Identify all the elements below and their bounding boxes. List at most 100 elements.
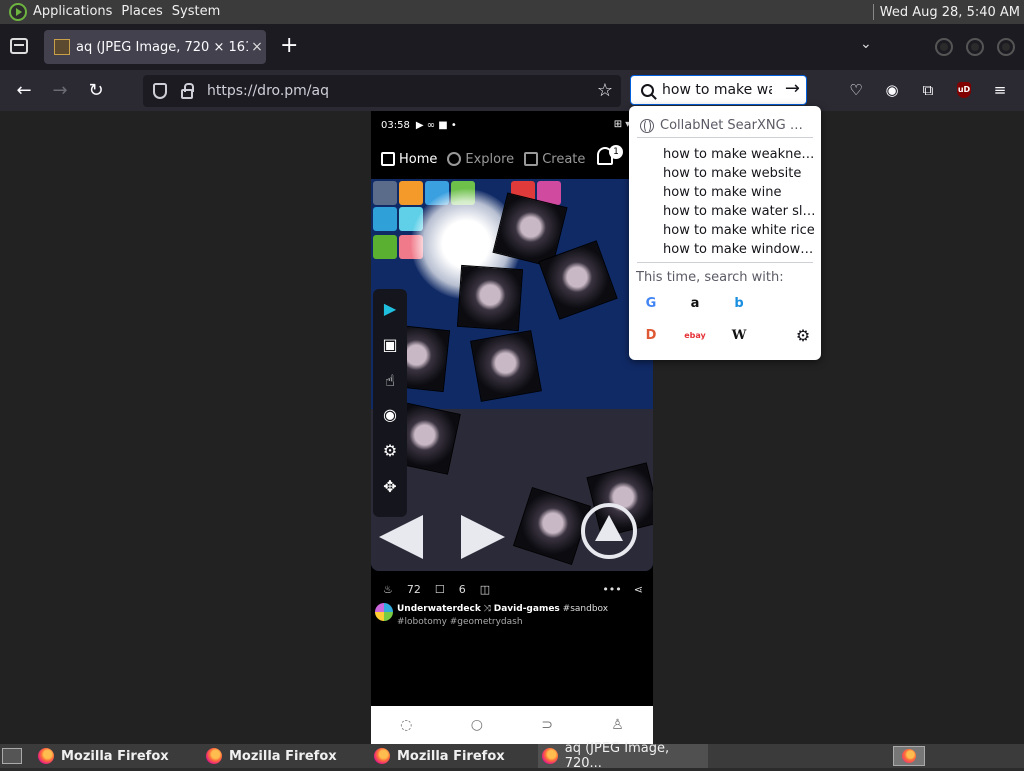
taskbar-item-active[interactable]: aq (JPEG Image, 720... (538, 741, 708, 771)
android-navigation-bar: ◌ ○ ⊃ ♙ (371, 706, 653, 744)
more-options-icon: ••• (602, 582, 622, 596)
taskbar-item-label: Mozilla Firefox (397, 748, 505, 764)
comment-icon: ☐ (434, 582, 445, 596)
move-icon[interactable]: ✥ (380, 477, 400, 497)
amazon-engine-icon[interactable]: a (683, 292, 707, 316)
editor-side-toolbar: ▶ ▣ ☝ ◉ ⚙ ✥ (373, 289, 407, 517)
jump-control-icon (581, 503, 637, 559)
touch-icon[interactable]: ☝ (380, 371, 400, 391)
firefox-icon (374, 748, 390, 764)
ublock-origin-icon[interactable]: uD (957, 82, 971, 98)
save-icon[interactable]: ▣ (380, 335, 400, 355)
search-engine-header[interactable]: CollabNet SearXNG Search (637, 114, 813, 138)
nav-home-label: Home (399, 151, 438, 167)
panel-clock[interactable]: Wed Aug 28, 5:40 AM (880, 5, 1020, 20)
panel-separator (872, 4, 874, 20)
suggestion-list: how to make weakness potion how to make … (663, 145, 819, 259)
url-bar[interactable]: https://dro.pm/aq ☆ (143, 75, 621, 107)
move-right-control-icon (461, 515, 505, 559)
taskbar-item-firefox[interactable]: Mozilla Firefox (202, 744, 366, 768)
pocket-icon[interactable]: ♡ (846, 80, 866, 100)
suggestion-item[interactable]: how to make website (663, 164, 819, 183)
post-author: Underwaterdeck (397, 604, 481, 614)
suggestion-item[interactable]: how to make white rice (663, 221, 819, 240)
menu-places[interactable]: Places (121, 0, 171, 24)
taskbar-item-label: Mozilla Firefox (229, 748, 337, 764)
show-desktop-icon[interactable] (2, 748, 22, 764)
suggestion-item[interactable]: how to make water slime (663, 202, 819, 221)
close-window-button[interactable] (997, 38, 1015, 56)
taskbar-item-firefox[interactable]: Mozilla Firefox (34, 744, 198, 768)
block-tile (373, 181, 397, 205)
notification-badge: 1 (609, 145, 623, 159)
play-icon[interactable]: ▶ (380, 299, 400, 319)
new-tab-button[interactable]: + (280, 35, 298, 57)
forward-button[interactable]: → (47, 78, 73, 104)
taskbar-item-firefox[interactable]: Mozilla Firefox (370, 744, 534, 768)
firefox-view-icon[interactable] (10, 38, 28, 54)
nav-create: Create (524, 152, 585, 167)
explore-search-icon (447, 152, 462, 166)
post-tag-sandbox: #sandbox (562, 604, 609, 614)
accessibility-icon: ♙ (611, 717, 624, 733)
post-tags: #lobotomy #geometrydash (397, 617, 523, 627)
tab-close-icon[interactable]: × (250, 39, 264, 55)
face-image (470, 330, 542, 402)
search-settings-gear-icon[interactable]: ⚙ (791, 324, 815, 348)
wikipedia-engine-icon[interactable]: W (727, 324, 751, 348)
back-button[interactable]: ← (11, 78, 37, 104)
like-count: 72 (406, 582, 421, 596)
hamburger-menu-icon[interactable]: ≡ (990, 80, 1010, 100)
google-engine-icon[interactable]: G (639, 292, 663, 316)
workspace-switcher[interactable] (893, 746, 925, 766)
menu-applications[interactable]: Applications (33, 0, 121, 24)
search-go-arrow-icon[interactable]: → (785, 78, 800, 99)
tracking-protection-shield-icon[interactable] (153, 83, 167, 99)
maximize-window-button[interactable] (966, 38, 984, 56)
gear-icon[interactable]: ⚙ (380, 441, 400, 461)
suggestion-item[interactable]: how to make windows 11 faster (663, 240, 819, 259)
share-icon: ⋖ (633, 582, 643, 596)
phone-status-bar: 03:58 ▶ ∞ ■ • (371, 111, 653, 139)
move-left-control-icon (379, 515, 423, 559)
list-all-tabs-chevron-icon[interactable]: ⌄ (860, 36, 872, 52)
tab-active[interactable]: aq (JPEG Image, 720 × 1612 pixels) × (44, 30, 266, 64)
bing-engine-icon[interactable]: b (727, 292, 751, 316)
post-metadata: Underwaterdeck ⤨ David-games #sandbox #l… (375, 603, 649, 629)
bookmark-star-icon[interactable]: ☆ (597, 80, 613, 101)
nav-explore-label: Explore (465, 151, 515, 167)
applications-logo-icon[interactable] (9, 3, 27, 21)
taskbar-item-label: Mozilla Firefox (61, 748, 169, 764)
like-flame-icon: ♨ (383, 582, 393, 596)
nav-create-label: Create (542, 151, 586, 167)
menu-system[interactable]: System (172, 0, 229, 24)
one-off-search-label: This time, search with: (636, 270, 784, 285)
minimize-window-button[interactable] (935, 38, 953, 56)
comment-count: 6 (458, 582, 466, 596)
block-tile (373, 235, 397, 259)
extensions-puzzle-icon[interactable]: ⧉ (918, 80, 938, 100)
search-input[interactable] (662, 82, 772, 98)
duckduckgo-engine-icon[interactable]: D (639, 324, 663, 348)
suggestion-item[interactable]: how to make wine (663, 183, 819, 202)
firefox-icon (542, 748, 558, 764)
firefox-icon (206, 748, 222, 764)
top-panel: Applications Places System Wed Aug 28, 5… (0, 0, 1024, 24)
ebay-engine-icon[interactable]: ebay (683, 324, 707, 348)
nav-explore: Explore (447, 152, 514, 167)
url-text[interactable]: https://dro.pm/aq (207, 83, 329, 99)
create-plus-icon (524, 152, 539, 166)
search-bar[interactable]: → (630, 75, 807, 105)
reload-button[interactable]: ↻ (83, 78, 109, 104)
account-icon[interactable]: ◉ (882, 80, 902, 100)
block-tile (373, 207, 397, 231)
tab-favicon-icon (54, 39, 70, 55)
lock-icon[interactable] (181, 82, 194, 99)
eye-icon[interactable]: ◉ (380, 405, 400, 425)
camera-icon: ◫ (479, 582, 491, 596)
author-avatar (375, 603, 393, 621)
jpeg-image[interactable]: 03:58 ▶ ∞ ■ • ⊞ ▾ ▮ Home Explore Create … (371, 111, 653, 744)
suggestion-item[interactable]: how to make weakness potion (663, 145, 819, 164)
block-tile (399, 181, 423, 205)
remix-icon: ⤨ (483, 604, 494, 614)
